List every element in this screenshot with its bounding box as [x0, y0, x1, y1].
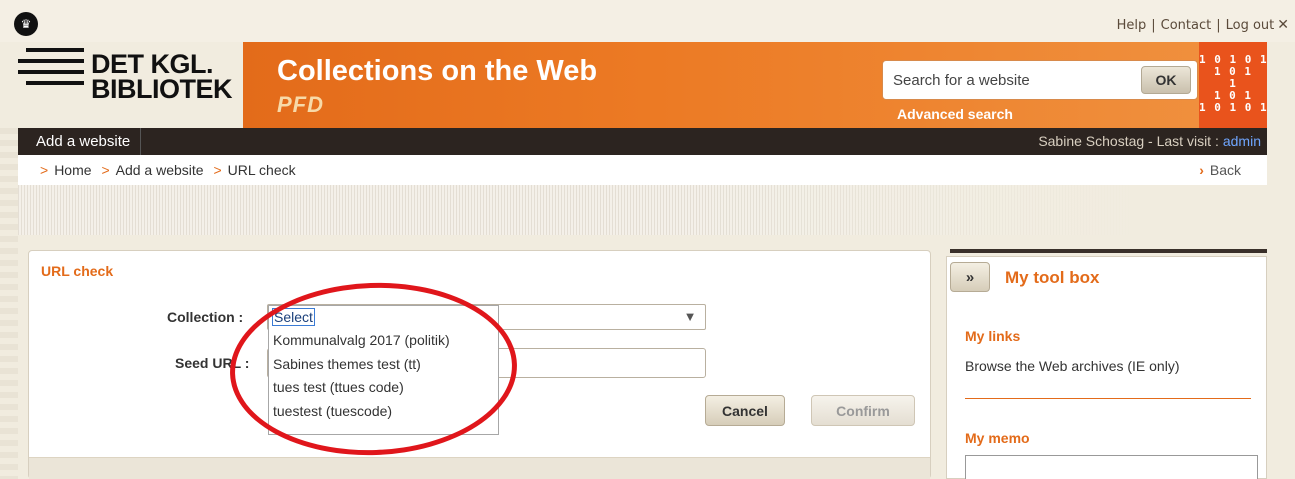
- search-box: OK: [882, 60, 1198, 100]
- advanced-search-link[interactable]: Advanced search: [897, 106, 1013, 122]
- collection-dropdown-list[interactable]: Select Kommunalvalg 2017 (politik) Sabin…: [268, 305, 499, 435]
- back-link[interactable]: › Back: [1199, 162, 1241, 178]
- dropdown-option[interactable]: tuestest (tuescode): [269, 400, 498, 423]
- crown-icon: ♛: [14, 12, 38, 36]
- logo-lines-icon: [18, 48, 84, 98]
- breadcrumb-home[interactable]: Home: [54, 162, 91, 178]
- library-logo[interactable]: DET KGL. BIBLIOTEK: [91, 51, 233, 104]
- breadcrumb: > Home > Add a website > URL check › Back: [18, 155, 1267, 185]
- dropdown-option[interactable]: Kommunalvalg 2017 (politik): [269, 329, 498, 352]
- close-icon[interactable]: ✕: [1277, 17, 1289, 33]
- panel-title: URL check: [41, 263, 114, 279]
- chevron-down-icon[interactable]: ▼: [675, 305, 705, 329]
- user-last-visit: Sabine Schostag - Last visit :: [1038, 133, 1219, 149]
- top-links: Help | Contact | Log out ✕: [1117, 17, 1289, 33]
- back-label: Back: [1209, 162, 1241, 178]
- collection-label: Collection :: [167, 309, 244, 325]
- app-title: Collections on the Web: [277, 55, 598, 87]
- panel-footer: [29, 457, 930, 479]
- app-subtitle: PFD: [277, 92, 324, 117]
- dropdown-option-label: Select: [272, 308, 315, 326]
- logout-link[interactable]: Log out: [1226, 18, 1275, 33]
- my-memo-heading: My memo: [965, 430, 1030, 446]
- cancel-button[interactable]: Cancel: [705, 395, 785, 426]
- toolbox-toggle-button[interactable]: »: [950, 262, 990, 292]
- tab-add-website[interactable]: Add a website: [18, 128, 142, 155]
- memo-textarea[interactable]: [965, 455, 1258, 479]
- dropdown-option[interactable]: Sabines themes test (tt): [269, 353, 498, 376]
- divider: [965, 398, 1251, 399]
- breadcrumb-url-check: URL check: [227, 162, 296, 178]
- toolbox-panel: » My tool box My links Browse the Web ar…: [946, 256, 1267, 479]
- toolbox-top-border: [950, 249, 1267, 253]
- top-strip: [0, 0, 1295, 42]
- binary-row: 1 0 1 0 1: [1199, 101, 1268, 114]
- separator: |: [1216, 18, 1221, 33]
- separator: |: [1151, 18, 1156, 33]
- logo-line-2: BIBLIOTEK: [91, 74, 233, 104]
- binary-logo: 1 0 1 0 1 1 0 1 1 1 0 1 1 0 1 0 1: [1199, 42, 1267, 128]
- confirm-button[interactable]: Confirm: [811, 395, 915, 426]
- back-arrow-icon: ›: [1199, 162, 1204, 178]
- breadcrumb-arrow: >: [101, 162, 110, 178]
- stripe-fade: [18, 185, 1267, 235]
- search-input[interactable]: [893, 72, 1113, 89]
- breadcrumb-add-website[interactable]: Add a website: [116, 162, 204, 178]
- contact-link[interactable]: Contact: [1161, 18, 1212, 33]
- seed-url-label: Seed URL :: [175, 355, 250, 371]
- breadcrumb-arrow: >: [40, 162, 49, 178]
- browse-archives-link[interactable]: Browse the Web archives (IE only): [965, 358, 1180, 374]
- dropdown-option[interactable]: tues test (ttues code): [269, 376, 498, 399]
- admin-link[interactable]: admin: [1223, 133, 1261, 149]
- toolbox-title: My tool box: [1005, 268, 1100, 287]
- search-ok-button[interactable]: OK: [1141, 66, 1191, 94]
- user-info: Sabine Schostag - Last visit : admin: [1038, 133, 1261, 149]
- dropdown-option[interactable]: Select: [269, 306, 498, 329]
- left-decoration: [0, 128, 18, 479]
- help-link[interactable]: Help: [1117, 18, 1147, 33]
- nav-bar: Add a website Sabine Schostag - Last vis…: [18, 128, 1267, 155]
- breadcrumb-arrow: >: [213, 162, 222, 178]
- my-links-heading: My links: [965, 328, 1021, 344]
